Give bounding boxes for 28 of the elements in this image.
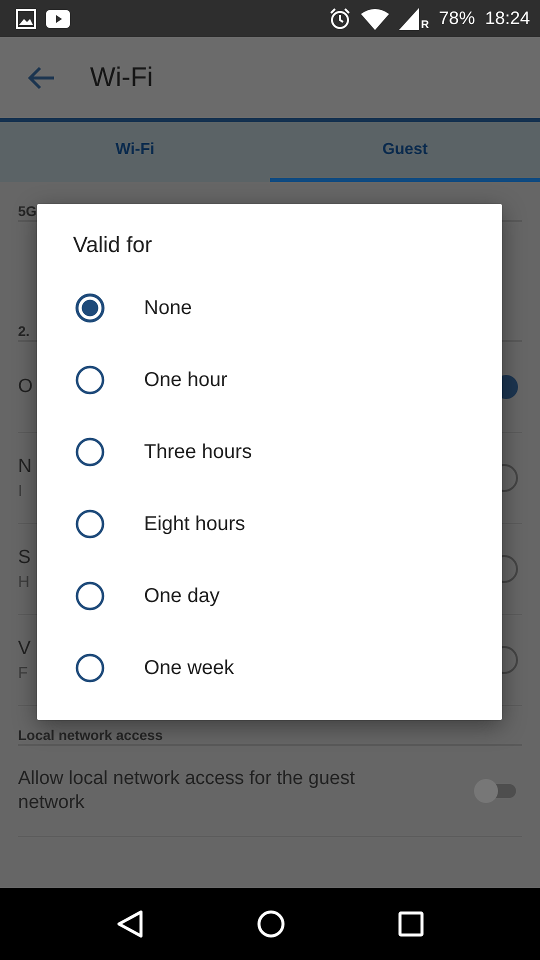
recents-icon[interactable] bbox=[398, 911, 424, 937]
dialog-title: Valid for bbox=[73, 232, 154, 258]
option-item[interactable]: One day bbox=[37, 560, 502, 632]
signal-icon bbox=[398, 8, 419, 30]
play-icon bbox=[46, 10, 70, 28]
setting-title: V bbox=[18, 637, 31, 661]
setting-title: N bbox=[18, 455, 32, 479]
setting-title: O bbox=[18, 375, 33, 399]
radio-button[interactable] bbox=[74, 436, 106, 468]
setting-title: S bbox=[18, 546, 31, 570]
roaming-indicator: R bbox=[420, 19, 429, 31]
option-item[interactable]: Eight hours bbox=[37, 488, 502, 560]
radio-button[interactable] bbox=[74, 580, 106, 612]
screen-title: Wi-Fi bbox=[90, 62, 153, 93]
setting-title: Allow local network access for the guest network bbox=[18, 767, 356, 815]
option-item[interactable]: Three hours bbox=[37, 416, 502, 488]
battery-percent: 78% bbox=[438, 8, 475, 29]
clock: 18:24 bbox=[484, 8, 530, 29]
alarm-icon bbox=[328, 8, 351, 30]
option-item[interactable]: One week bbox=[37, 632, 502, 704]
radio-button[interactable] bbox=[74, 508, 106, 540]
radio-button[interactable] bbox=[74, 364, 106, 396]
home-icon[interactable] bbox=[256, 910, 285, 938]
wifi-icon bbox=[360, 8, 389, 30]
image-icon bbox=[16, 8, 36, 28]
radio-button[interactable] bbox=[74, 652, 106, 684]
option-item[interactable]: One hour bbox=[37, 344, 502, 416]
back-icon[interactable] bbox=[116, 909, 144, 939]
